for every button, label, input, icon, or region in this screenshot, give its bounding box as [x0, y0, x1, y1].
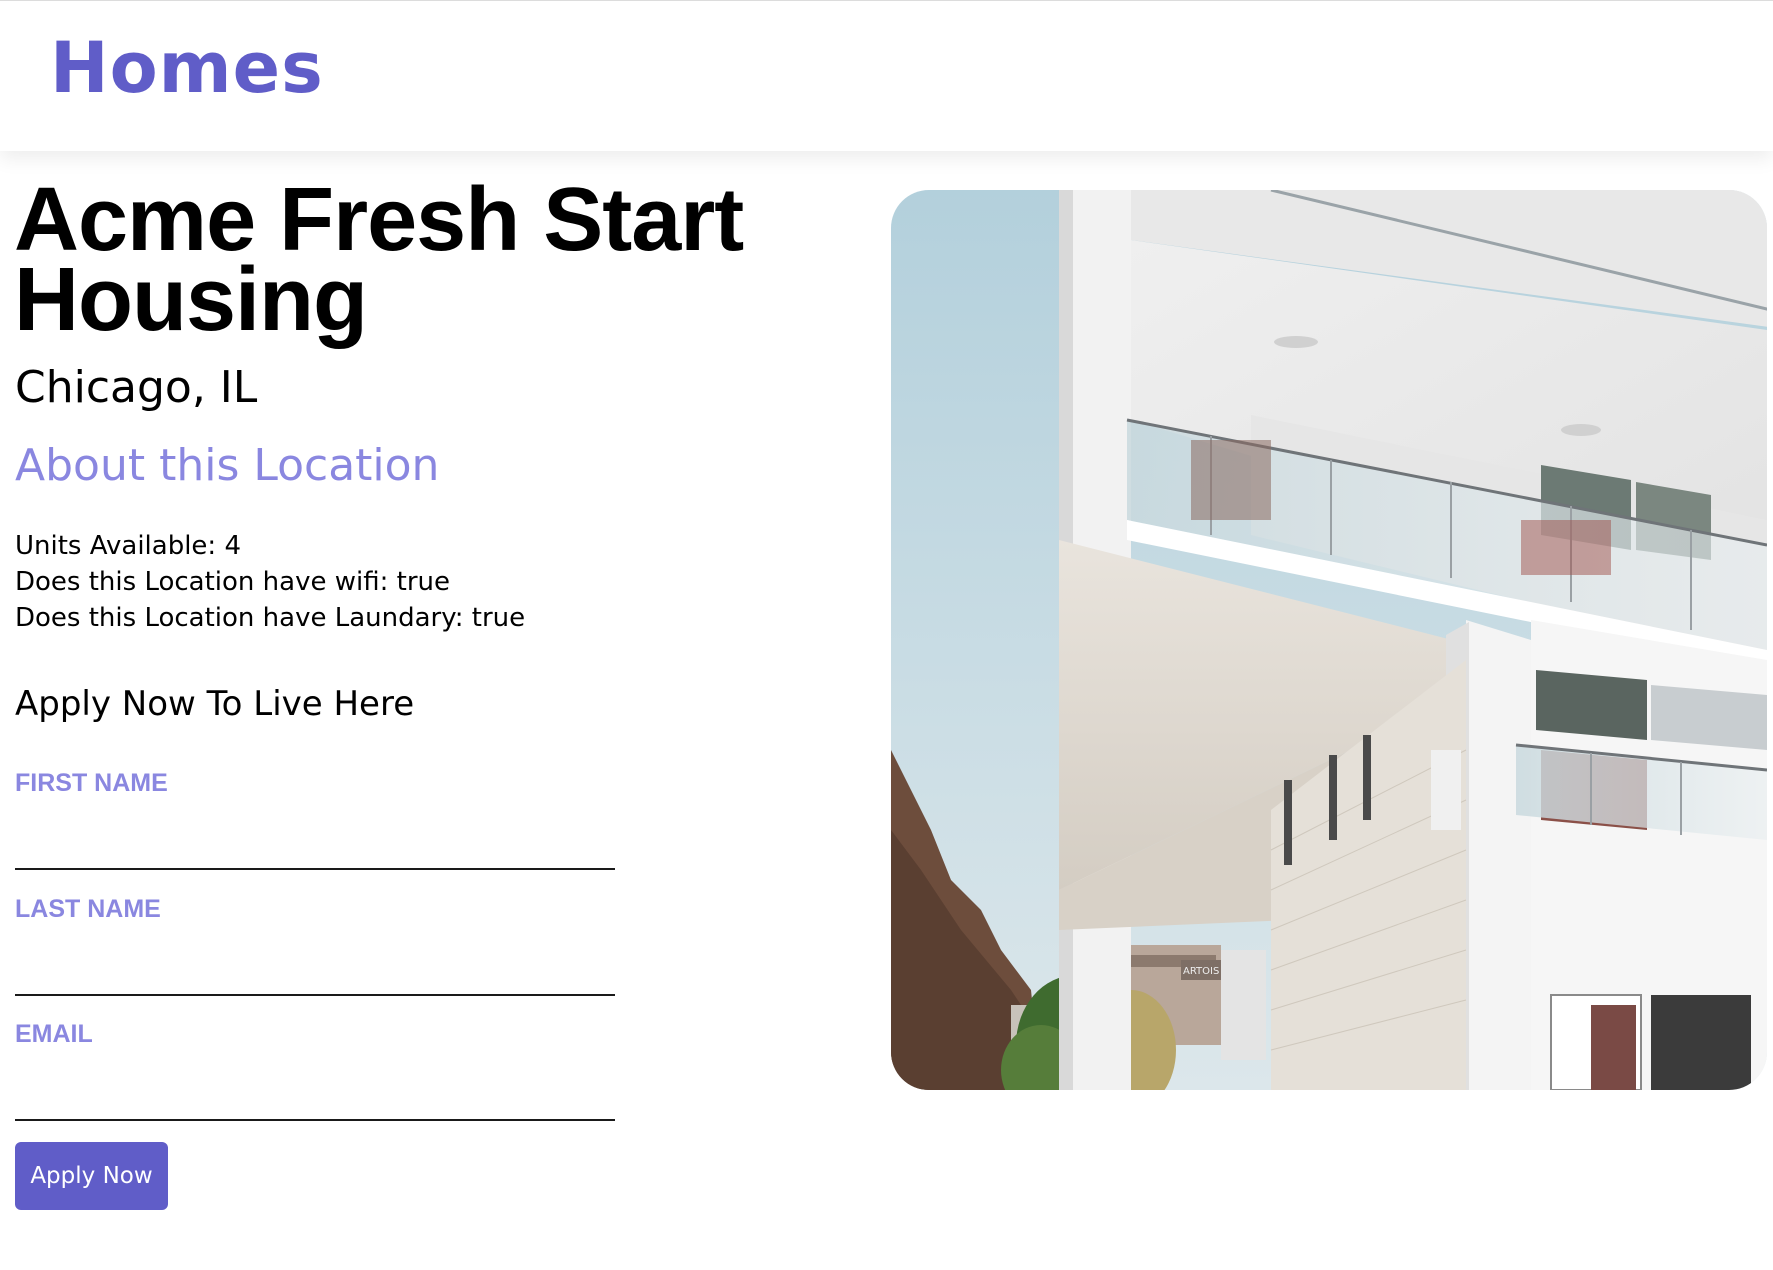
top-header: Homes: [0, 0, 1773, 151]
email-input[interactable]: [15, 1077, 615, 1121]
about-heading: About this Location: [15, 440, 440, 491]
apply-now-button[interactable]: Apply Now: [15, 1142, 168, 1210]
brand-logo[interactable]: Homes: [50, 23, 324, 113]
fact-wifi: Does this Location have wifi: true: [15, 567, 450, 597]
location-city: Chicago, IL: [15, 362, 258, 413]
apply-heading: Apply Now To Live Here: [15, 684, 415, 724]
last-name-input[interactable]: [15, 952, 615, 996]
last-name-label: LAST NAME: [15, 895, 161, 923]
fact-units-available: Units Available: 4: [15, 531, 241, 561]
first-name-label: FIRST NAME: [15, 769, 168, 797]
location-title: Acme Fresh Start Housing: [14, 170, 744, 350]
building-illustration: ARTOIS: [891, 190, 1767, 1090]
email-label: EMAIL: [15, 1020, 93, 1048]
location-facts: Units Available: 4 Does this Location ha…: [15, 528, 525, 636]
location-photo: ARTOIS: [891, 190, 1767, 1090]
fact-laundry: Does this Location have Laundary: true: [15, 603, 526, 633]
artois-sign: ARTOIS: [1183, 966, 1219, 977]
first-name-input[interactable]: [15, 826, 615, 870]
